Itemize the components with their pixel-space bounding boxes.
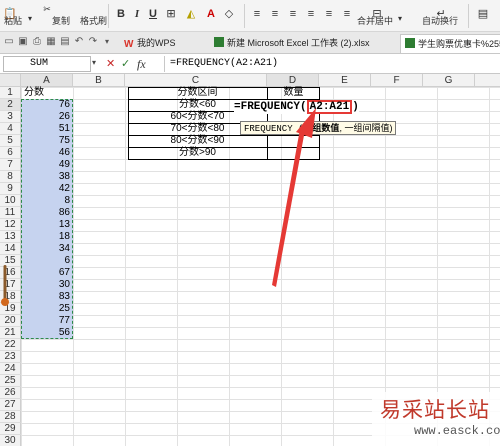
watermark: 易采站长站 www.easck.com (372, 392, 500, 446)
watermark-title: 易采站长站 (380, 398, 490, 422)
annotation-arrow (272, 108, 316, 287)
watermark-url: www.easck.com (414, 424, 500, 438)
arrow-shaft (272, 129, 305, 287)
thermometer-icon (1, 265, 9, 306)
arrow-head (296, 108, 316, 138)
